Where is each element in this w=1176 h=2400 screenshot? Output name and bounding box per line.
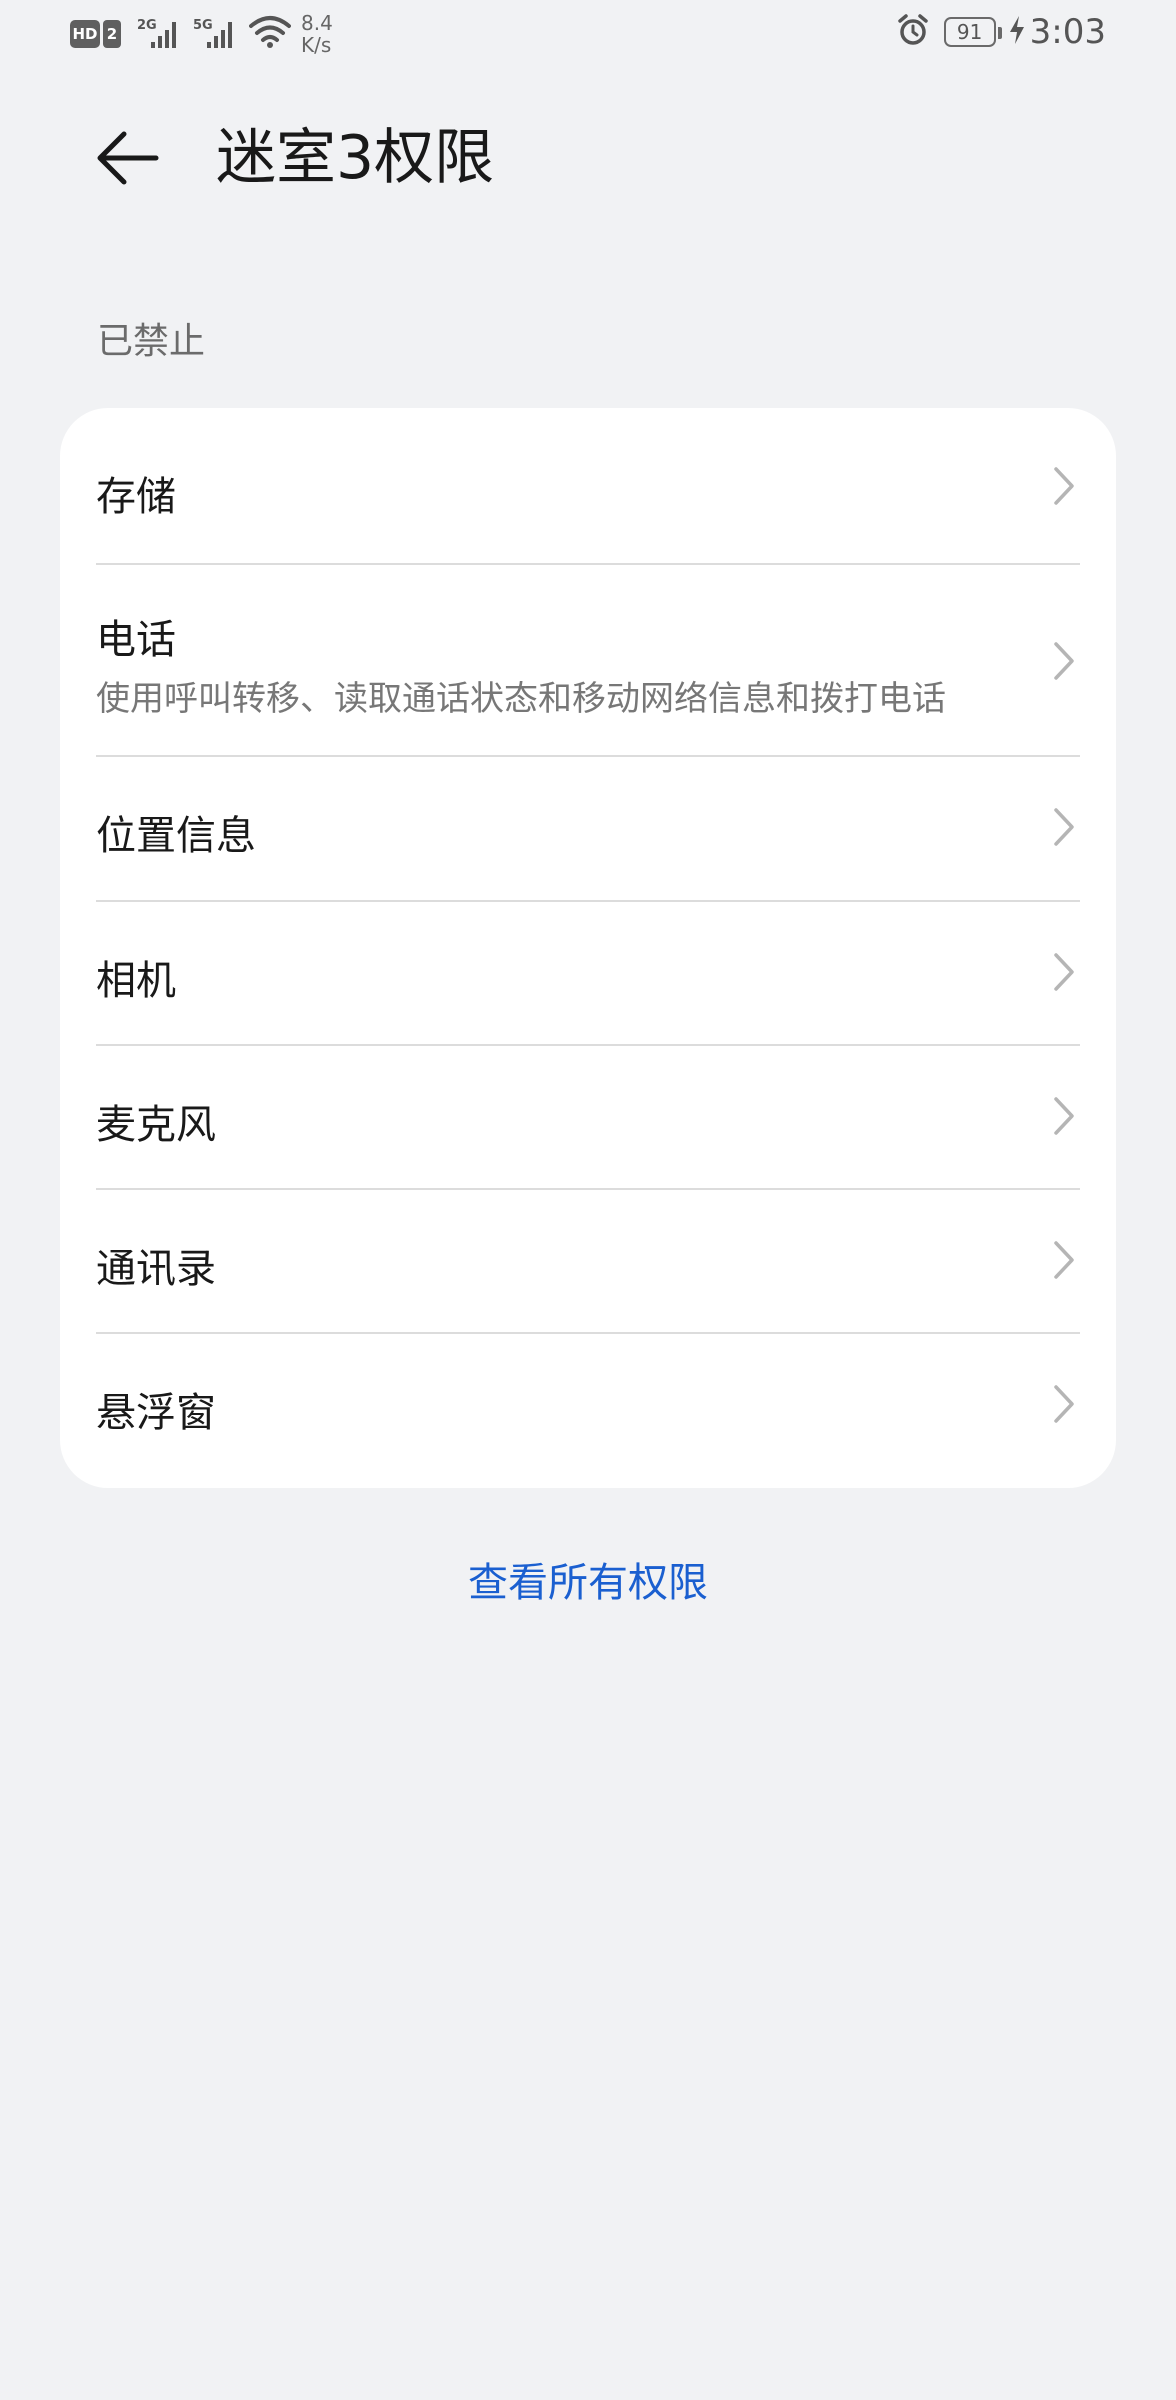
- status-bar: HD 2 2G 5G 8.4 K/s 91 3:03: [0, 0, 1176, 72]
- permission-item-storage[interactable]: 存储: [96, 408, 1080, 564]
- permission-label: 电话: [96, 617, 176, 663]
- speed-unit: K/s: [301, 33, 332, 57]
- network-speed: 8.4 K/s: [301, 12, 333, 56]
- battery-level: 91: [956, 20, 983, 44]
- permission-label: 存储: [96, 474, 176, 520]
- back-arrow-icon: [97, 131, 159, 185]
- chevron-right-icon: [1054, 642, 1074, 680]
- wifi-icon: [249, 15, 291, 53]
- page-title: 迷室3权限: [216, 123, 495, 193]
- status-left: HD 2 2G 5G 8.4 K/s: [70, 12, 333, 56]
- chevron-right-icon: [1054, 1385, 1074, 1423]
- speed-value: 8.4: [301, 11, 333, 35]
- permission-item-phone[interactable]: 电话 使用呼叫转移、读取通话状态和移动网络信息和拨打电话: [96, 565, 1080, 755]
- chevron-right-icon: [1054, 467, 1074, 505]
- back-button[interactable]: [92, 128, 164, 188]
- permission-label: 通讯录: [96, 1246, 216, 1292]
- permission-label: 位置信息: [96, 813, 256, 859]
- title-bar: 迷室3权限: [0, 108, 1176, 204]
- permission-item-microphone[interactable]: 麦克风: [96, 1046, 1080, 1190]
- sim-badge: 2: [103, 20, 121, 48]
- clock: 3:03: [1029, 12, 1106, 52]
- permission-label: 麦克风: [96, 1102, 216, 1148]
- sim2-signal-icon: 5G: [193, 14, 239, 54]
- chevron-right-icon: [1054, 808, 1074, 846]
- permission-item-camera[interactable]: 相机: [96, 902, 1080, 1046]
- permission-item-floating-window[interactable]: 悬浮窗: [96, 1334, 1080, 1484]
- hd-badge: HD: [70, 20, 100, 48]
- chevron-right-icon: [1054, 1241, 1074, 1279]
- permission-item-contacts[interactable]: 通讯录: [96, 1190, 1080, 1334]
- chevron-right-icon: [1054, 1097, 1074, 1135]
- permission-label: 相机: [96, 958, 176, 1004]
- view-all-permissions-link[interactable]: 查看所有权限: [0, 1550, 1176, 1608]
- permission-label: 悬浮窗: [96, 1390, 216, 1436]
- chevron-right-icon: [1054, 953, 1074, 991]
- status-right: 91 3:03: [896, 12, 1106, 52]
- section-label-denied: 已禁止: [97, 321, 206, 362]
- sim1-signal-icon: 2G: [137, 14, 183, 54]
- permissions-list: 存储 电话 使用呼叫转移、读取通话状态和移动网络信息和拨打电话 位置信息 相机 …: [60, 408, 1116, 1488]
- battery-icon: 91: [943, 17, 1002, 47]
- charging-icon: [1008, 15, 1026, 49]
- alarm-icon: [896, 13, 930, 51]
- permission-description: 使用呼叫转移、读取通话状态和移动网络信息和拨打电话: [96, 679, 946, 719]
- permission-item-location[interactable]: 位置信息: [96, 757, 1080, 901]
